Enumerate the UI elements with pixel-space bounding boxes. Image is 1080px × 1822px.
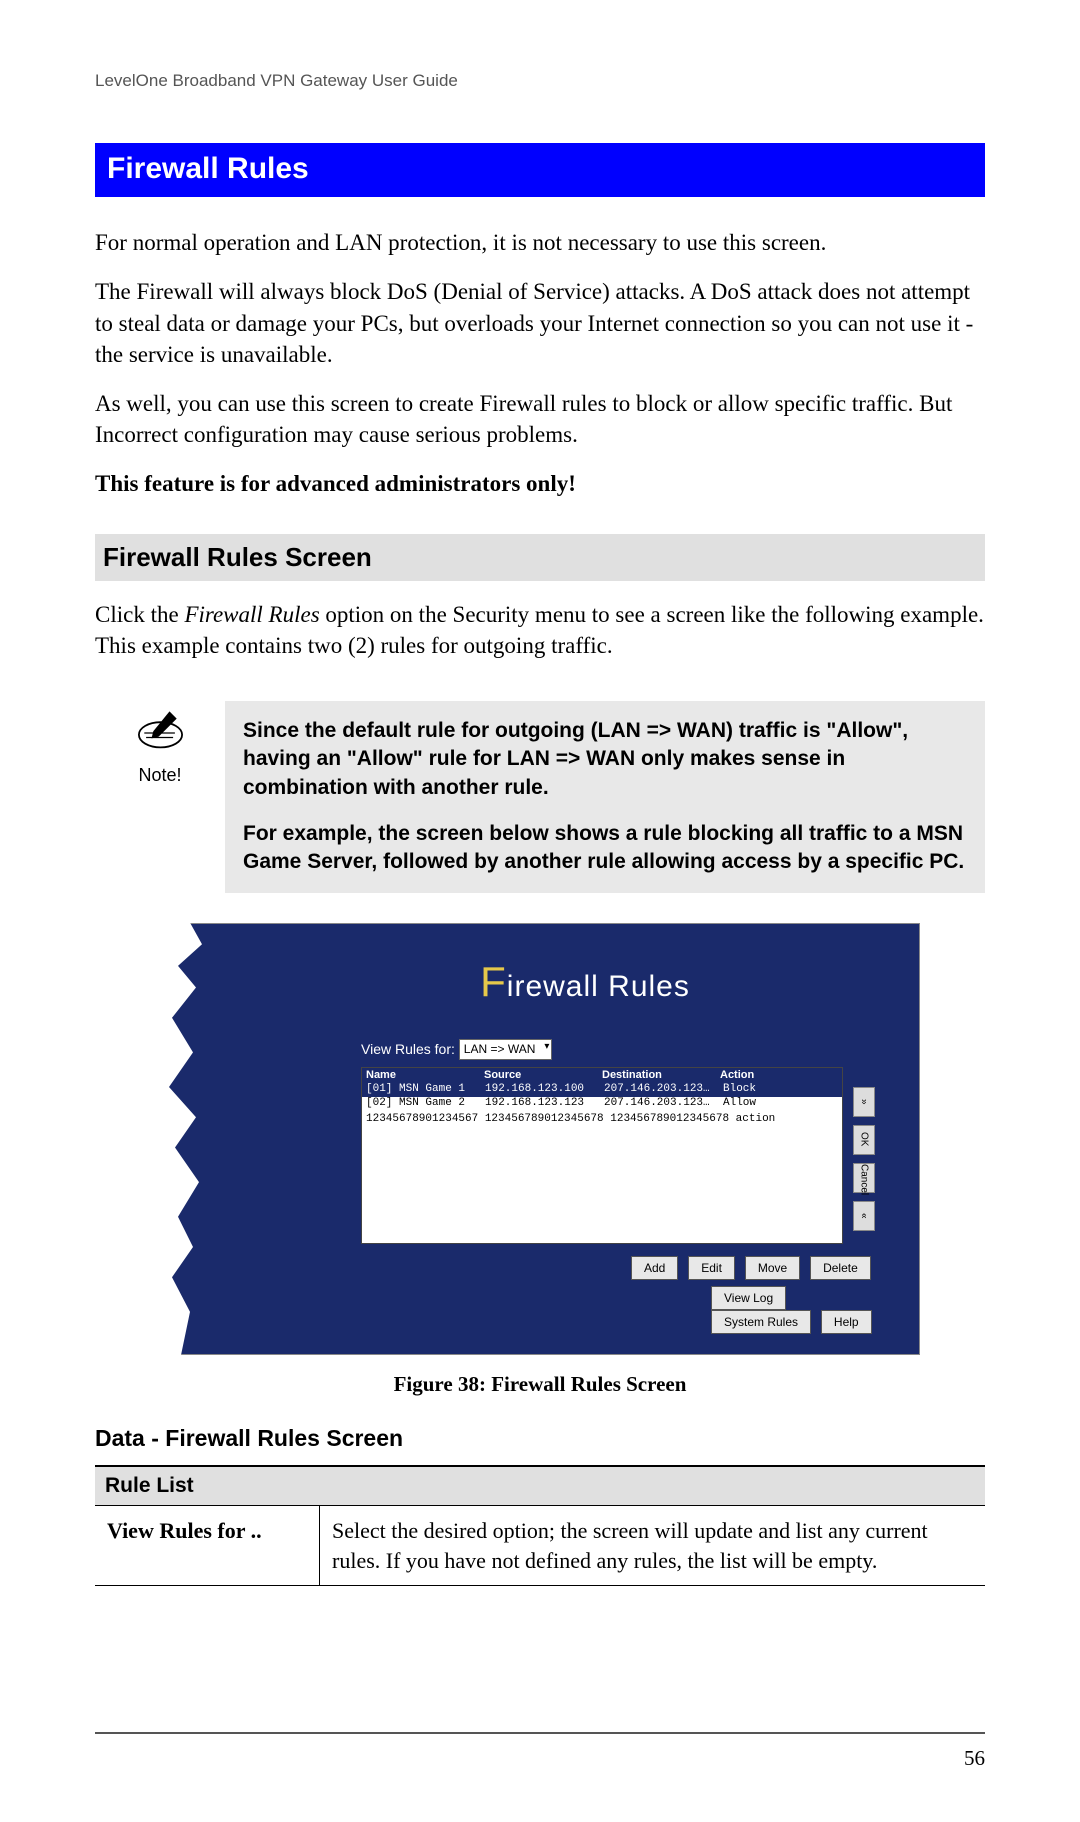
note-block: Note! Since the default rule for outgoin… [115,701,985,893]
view-rules-for-label: View Rules for: [361,1040,455,1059]
move-up-button[interactable]: » [853,1087,875,1117]
table-row-desc: Select the desired option; the screen wi… [320,1505,986,1585]
move-button[interactable]: Move [745,1256,800,1280]
doc-header: LevelOne Broadband VPN Gateway User Guid… [95,70,985,93]
intro-paragraph-3: As well, you can use this screen to crea… [95,388,985,450]
section-title: Firewall Rules [95,143,985,198]
cell-name: [02] MSN Game 2 [366,1097,481,1111]
note-paragraph-2: For example, the screen below shows a ru… [243,820,967,877]
intro-text-pre: Click the [95,602,184,627]
cell-source: 192.168.123.100 [485,1083,600,1097]
view-rules-select[interactable]: LAN => WAN [459,1039,553,1059]
data-heading: Data - Firewall Rules Screen [95,1423,985,1454]
window-title: Firewall Rules [281,954,889,1011]
cell-dest: 207.146.203.123… [604,1083,719,1097]
rules-listbox[interactable]: Name Source Destination Action [01] MSN … [361,1067,843,1244]
intro-text-em: Firewall Rules [184,602,319,627]
note-paragraph-1: Since the default rule for outgoing (LAN… [243,717,967,802]
help-button[interactable]: Help [821,1310,872,1334]
data-table: Rule List View Rules for .. Select the d… [95,1465,985,1587]
ok-button[interactable]: OK [853,1125,875,1155]
pencil-note-icon [133,731,188,756]
intro-paragraph-1: For normal operation and LAN protection,… [95,227,985,258]
col-name: Name [366,1069,484,1083]
col-source: Source [484,1069,602,1083]
list-row[interactable]: [01] MSN Game 1 192.168.123.100 207.146.… [362,1083,842,1097]
list-row[interactable]: [02] MSN Game 2 192.168.123.123 207.146.… [362,1097,842,1111]
admin-warning: This feature is for advanced administrat… [95,468,985,499]
cell-name: [01] MSN Game 1 [366,1083,481,1097]
side-button-stack: » OK Cancel « [853,1067,875,1244]
window-title-rest: irewall Rules [507,970,690,1003]
note-body: Since the default rule for outgoing (LAN… [225,701,985,893]
delete-button[interactable]: Delete [810,1256,871,1280]
list-header-row: Name Source Destination Action [362,1068,842,1084]
col-destination: Destination [602,1069,720,1083]
note-label: Note! [115,763,205,787]
col-action: Action [720,1069,838,1083]
cell-action: Allow [723,1097,838,1111]
table-row: View Rules for .. Select the desired opt… [95,1505,985,1585]
list-filler-text: 12345678901234567 123456789012345678 123… [362,1111,842,1129]
table-section-header: Rule List [95,1466,985,1506]
window-title-initial: F [480,958,507,1005]
firewall-rules-window: Firewall Rules View Rules for: LAN => WA… [160,923,920,1355]
system-rules-button[interactable]: System Rules [711,1310,811,1334]
figure-caption: Figure 38: Firewall Rules Screen [95,1370,985,1398]
subsection-title: Firewall Rules Screen [95,534,985,581]
cell-dest: 207.146.203.123… [604,1097,719,1111]
cell-source: 192.168.123.123 [485,1097,600,1111]
intro-paragraph-2: The Firewall will always block DoS (Deni… [95,276,985,369]
page-number: 56 [964,1746,985,1770]
subsection-intro: Click the Firewall Rules option on the S… [95,599,985,661]
page-footer: 56 [95,1732,985,1772]
table-row-label: View Rules for .. [95,1505,320,1585]
move-down-button[interactable]: « [853,1201,875,1231]
torn-edge-decoration [160,923,220,1355]
view-log-button[interactable]: View Log [711,1286,786,1310]
cancel-button[interactable]: Cancel [853,1163,875,1193]
edit-button[interactable]: Edit [688,1256,735,1280]
add-button[interactable]: Add [631,1256,678,1280]
cell-action: Block [723,1083,838,1097]
